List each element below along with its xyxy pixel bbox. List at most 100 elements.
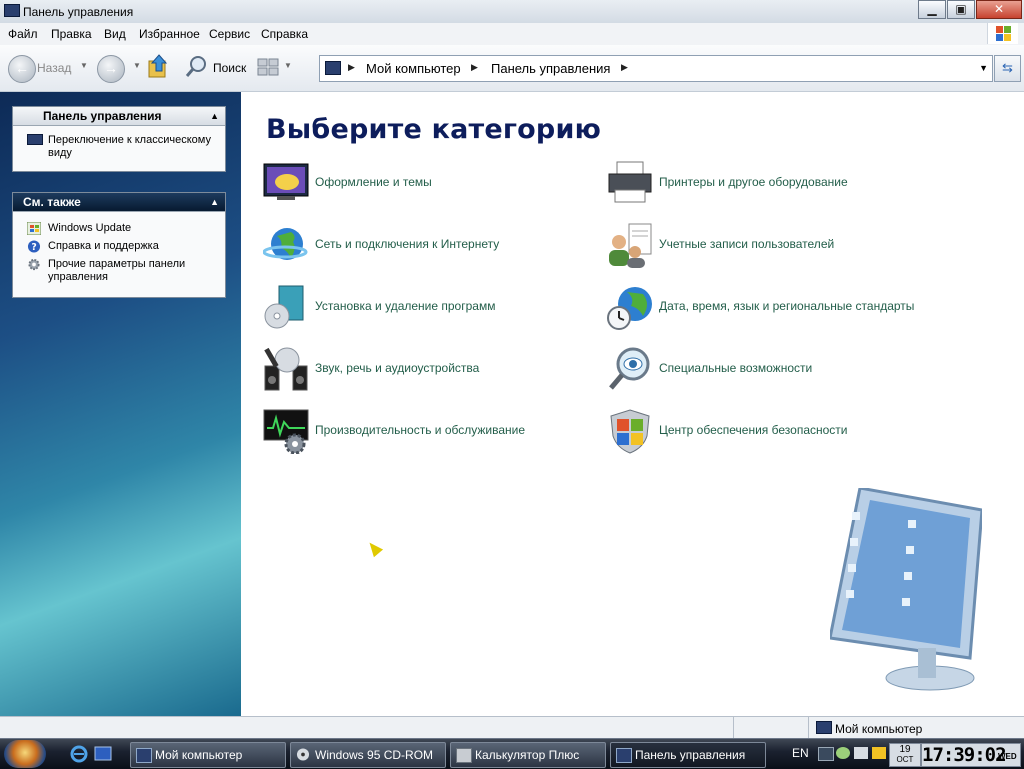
switch-classic-view-link[interactable]: Переключение к классическому виду — [13, 134, 225, 160]
category-add-remove[interactable]: Установка и удаление программ — [263, 284, 563, 330]
help-support-label: Справка и поддержка — [48, 240, 159, 252]
help-support-link[interactable]: ? Справка и поддержка — [13, 240, 225, 253]
volume-tray-icon[interactable] — [854, 747, 868, 759]
back-label: Назад — [37, 61, 72, 75]
maximize-button[interactable]: ▣ — [947, 0, 975, 19]
cd-icon — [296, 748, 310, 761]
breadcrumb-control-panel[interactable]: Панель управления — [491, 61, 610, 76]
address-dropdown-icon[interactable]: ▼ — [979, 63, 988, 73]
views-button[interactable] — [256, 53, 282, 83]
breadcrumb-separator-icon[interactable]: ▶ — [621, 62, 628, 73]
status-bar: Мой компьютер — [0, 716, 1024, 739]
status-divider — [808, 717, 809, 739]
user-accounts-icon — [609, 223, 652, 268]
forward-button[interactable]: → — [97, 55, 125, 83]
collapse-chevron-icon[interactable]: ▲ — [210, 107, 219, 125]
task-calculator[interactable]: Калькулятор Плюс — [450, 742, 606, 768]
gear-icon — [28, 258, 40, 271]
search-icon — [185, 56, 206, 77]
forward-dropdown-icon[interactable]: ▼ — [133, 61, 141, 70]
category-sound[interactable]: Звук, речь и аудиоустройства — [263, 346, 563, 392]
menu-file[interactable]: Файл — [8, 27, 38, 41]
breadcrumb-separator-icon[interactable]: ▶ — [348, 62, 355, 73]
task-my-computer[interactable]: Мой компьютер — [130, 742, 286, 768]
internet-explorer-icon[interactable] — [70, 745, 88, 763]
breadcrumb-my-computer[interactable]: Мой компьютер — [366, 61, 461, 76]
minimize-button[interactable]: ▁ — [918, 0, 946, 19]
network-globe-icon — [263, 228, 308, 260]
menu-help[interactable]: Справка — [261, 27, 308, 41]
control-panel-icon — [616, 748, 632, 763]
category-label: Сеть и подключения к Интернету — [315, 237, 500, 251]
clock-weekday: WED — [998, 752, 1017, 761]
refresh-button[interactable]: ⇆ — [994, 55, 1021, 82]
menu-view[interactable]: Вид — [104, 27, 126, 41]
switch-classic-view-label: Переключение к классическому виду — [48, 134, 211, 159]
security-shield-icon — [610, 409, 650, 454]
category-printers[interactable]: Принтеры и другое оборудование — [607, 160, 1007, 206]
windows-update-link[interactable]: Windows Update — [13, 222, 225, 235]
title-bar[interactable]: Панель управления ▁ ▣ ✕ — [0, 0, 1024, 24]
computer-icon — [325, 61, 341, 75]
back-dropdown-icon[interactable]: ▼ — [80, 61, 88, 70]
category-label: Центр обеспечения безопасности — [659, 423, 848, 437]
refresh-icon: ⇆ — [1002, 60, 1013, 75]
category-date-time[interactable]: Дата, время, язык и региональные стандар… — [607, 284, 1007, 330]
computer-icon — [136, 748, 152, 763]
svg-text:?: ? — [31, 242, 36, 253]
show-desktop-icon[interactable] — [94, 745, 112, 763]
category-performance[interactable]: Производительность и обслуживание — [263, 408, 563, 454]
search-label: Поиск — [213, 61, 247, 75]
task-cdrom[interactable]: Windows 95 CD-ROM — [290, 742, 446, 768]
category-appearance[interactable]: Оформление и темы — [263, 160, 563, 206]
category-label: Установка и удаление программ — [315, 299, 496, 313]
menu-edit[interactable]: Правка — [51, 27, 92, 41]
control-panel-section: Панель управления ▲ Переключение к класс… — [12, 106, 226, 172]
menu-favorites[interactable]: Избранное — [139, 27, 200, 41]
other-options-label: Прочие параметры панели управления — [48, 258, 186, 283]
system-tray: EN 19 OCT 17:39:02 WED — [786, 742, 1021, 767]
date-display[interactable]: 19 OCT — [889, 743, 921, 767]
other-options-link[interactable]: Прочие параметры панели управления — [13, 258, 225, 284]
start-button[interactable] — [4, 740, 46, 768]
alert-tray-icon[interactable] — [872, 747, 886, 759]
task-label: Мой компьютер — [155, 748, 243, 762]
status-divider — [733, 717, 734, 739]
breadcrumb-separator-icon[interactable]: ▶ — [471, 62, 478, 73]
category-user-accounts[interactable]: Учетные записи пользователей — [607, 222, 1007, 268]
category-label: Специальные возможности — [659, 361, 813, 375]
category-security-center[interactable]: Центр обеспечения безопасности — [607, 408, 1007, 454]
category-accessibility[interactable]: Специальные возможности — [607, 346, 1007, 392]
views-grid-icon — [257, 58, 279, 76]
address-bar[interactable]: ▶ Мой компьютер ▶ Панель управления ▶ ▼ — [319, 55, 993, 82]
task-control-panel[interactable]: Панель управления — [610, 742, 766, 768]
views-dropdown-icon[interactable]: ▼ — [284, 61, 292, 70]
category-label: Учетные записи пользователей — [659, 237, 835, 251]
network-tray-icon[interactable] — [818, 747, 834, 761]
clock[interactable]: 17:39:02 WED — [921, 743, 1021, 767]
sound-icon — [264, 347, 308, 391]
date-month: OCT — [896, 755, 914, 764]
menu-tools[interactable]: Сервис — [209, 27, 250, 41]
see-also-section: См. также ▲ Windows Update ? Справка и п… — [12, 192, 226, 298]
task-pane: Панель управления ▲ Переключение к класс… — [0, 92, 241, 716]
control-panel-section-header[interactable]: Панель управления ▲ — [13, 107, 225, 126]
category-network[interactable]: Сеть и подключения к Интернету — [263, 222, 563, 268]
collapse-chevron-icon[interactable]: ▲ — [210, 193, 219, 211]
accessibility-icon — [609, 347, 650, 390]
category-label: Оформление и темы — [315, 175, 432, 189]
control-panel-icon — [4, 4, 20, 17]
windows-update-label: Windows Update — [48, 222, 132, 234]
section-title: Панель управления — [43, 109, 162, 123]
category-label: Производительность и обслуживание — [315, 423, 526, 437]
category-label: Звук, речь и аудиоустройства — [315, 361, 480, 375]
see-also-header[interactable]: См. также ▲ — [13, 193, 225, 212]
menu-bar: Файл Правка Вид Избранное Сервис Справка — [0, 23, 1024, 46]
windows-update-icon — [27, 222, 41, 235]
security-tray-icon[interactable] — [836, 747, 850, 759]
close-button[interactable]: ✕ — [976, 0, 1022, 19]
language-indicator[interactable]: EN — [792, 746, 809, 760]
back-button[interactable]: ← — [8, 55, 36, 83]
search-button[interactable] — [184, 53, 210, 83]
up-folder-button[interactable] — [147, 53, 169, 83]
